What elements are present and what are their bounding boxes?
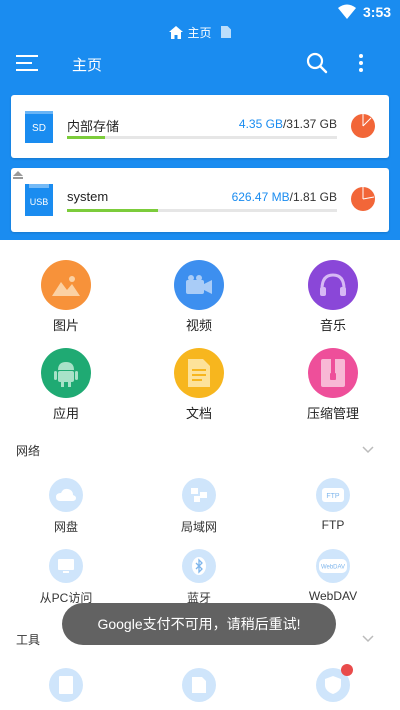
toolbar: 主页 [0, 44, 400, 84]
section-header-network: 网络 [16, 444, 41, 458]
category-videos[interactable]: 视频 [149, 260, 249, 334]
shield-icon [316, 664, 353, 702]
headphones-icon [308, 260, 358, 310]
storage-card-internal[interactable]: SD 内部存储 4.35 GB/31.37 GB [11, 95, 389, 158]
category-label: 压缩管理 [306, 406, 359, 421]
sd-card-icon: SD [25, 111, 53, 143]
network-item-lan[interactable]: 局域网 [144, 478, 254, 535]
category-label: 视频 [185, 318, 212, 333]
svg-text:FTP: FTP [326, 493, 340, 500]
cloud-drive-icon [49, 478, 83, 512]
category-documents[interactable]: 文档 [149, 348, 249, 422]
ftp-icon: FTP [316, 478, 350, 512]
network-label: WebDAV [308, 589, 358, 603]
tool-item-1[interactable] [11, 668, 121, 702]
breadcrumb[interactable]: 主页 [0, 22, 400, 42]
storage-progress-bar [67, 136, 337, 139]
document-icon [220, 26, 231, 38]
storage-total: /1.81 GB [289, 190, 337, 204]
storage-name: 内部存储 [67, 119, 120, 134]
network-label: FTP [321, 518, 345, 532]
page-title: 主页 [72, 57, 103, 74]
network-item-webdav[interactable]: WebDAV WebDAV [278, 549, 388, 603]
storage-used: 626.47 MB [231, 190, 290, 204]
status-time: 3:53 [363, 4, 392, 20]
category-label: 应用 [52, 406, 79, 421]
svg-text:USB: USB [30, 197, 49, 207]
storage-pie-icon [351, 187, 375, 211]
chevron-down-icon[interactable] [362, 635, 374, 643]
category-images[interactable]: 图片 [16, 260, 116, 334]
image-icon [41, 260, 91, 310]
video-icon [174, 260, 224, 310]
notification-badge [341, 664, 353, 676]
category-label: 音乐 [319, 318, 346, 333]
storage-progress-fill [67, 209, 159, 212]
storage-progress-bar [67, 209, 337, 212]
search-icon[interactable] [305, 51, 329, 75]
bluetooth-icon [182, 549, 216, 583]
category-archives[interactable]: 压缩管理 [283, 348, 383, 422]
storage-usage: 626.47 MB/1.81 GB [232, 190, 337, 204]
archive-icon [308, 348, 358, 398]
svg-text:SD: SD [32, 123, 46, 134]
more-options-icon[interactable] [352, 52, 370, 74]
network-item-bluetooth[interactable]: 蓝牙 [144, 549, 254, 606]
storage-progress-fill [67, 136, 105, 139]
network-item-cloud[interactable]: 网盘 [11, 478, 121, 535]
category-label: 文档 [185, 406, 212, 421]
category-music[interactable]: 音乐 [283, 260, 383, 334]
storage-used: 4.35 GB [238, 117, 283, 131]
breadcrumb-home[interactable]: 主页 [187, 24, 211, 41]
menu-icon[interactable] [16, 52, 40, 74]
network-label: 局域网 [180, 520, 217, 534]
lan-icon [182, 478, 216, 512]
android-icon [41, 348, 91, 398]
category-label: 图片 [52, 318, 79, 333]
chevron-down-icon[interactable] [362, 446, 374, 454]
storage-pie-icon [351, 114, 375, 138]
storage-usage: 4.35 GB/31.37 GB [239, 117, 337, 131]
network-item-pc-access[interactable]: 从PC访问 [11, 549, 121, 606]
storage-total: /31.37 GB [282, 117, 337, 131]
file-icon [182, 668, 216, 702]
eject-icon[interactable] [13, 171, 23, 179]
usb-drive-icon: USB [25, 184, 53, 216]
document-icon [174, 348, 224, 398]
wifi-icon [338, 4, 356, 19]
monitor-icon [49, 549, 83, 583]
network-item-ftp[interactable]: FTP FTP [278, 478, 388, 532]
svg-text:WebDAV: WebDAV [321, 565, 345, 571]
section-header-tools: 工具 [16, 633, 41, 647]
network-label: 网盘 [53, 520, 78, 534]
tool-item-3[interactable] [278, 664, 388, 702]
toast-message: Google支付不可用，请稍后重试! [62, 603, 336, 645]
notebook-icon [49, 668, 83, 702]
home-icon [169, 25, 184, 39]
status-bar: 3:53 [0, 0, 400, 24]
tool-item-2[interactable] [144, 668, 254, 702]
storage-card-system[interactable]: USB system 626.47 MB/1.81 GB [11, 168, 389, 232]
storage-name: system [67, 189, 109, 204]
category-apps[interactable]: 应用 [16, 348, 116, 422]
webdav-icon: WebDAV [316, 549, 350, 583]
